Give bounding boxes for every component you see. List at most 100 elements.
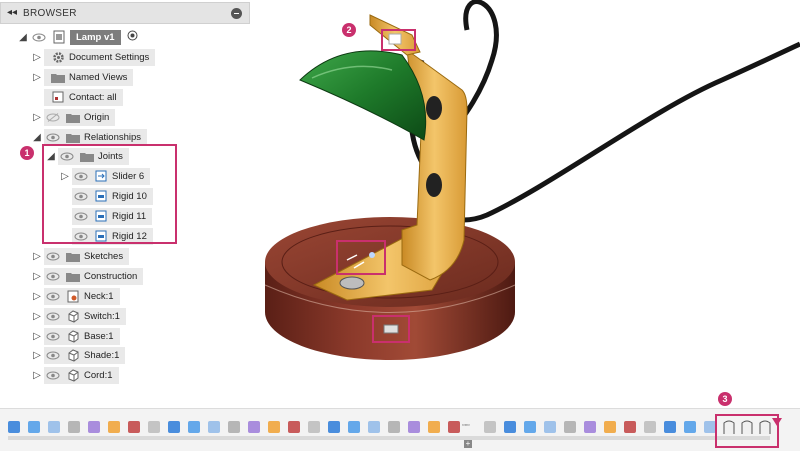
timeline-feature-icon[interactable] [448, 421, 460, 433]
tree-item-label: Construction [84, 270, 138, 282]
timeline-feature-icon[interactable] [484, 421, 496, 433]
collapse-panel-icon[interactable]: ◂◂ [7, 7, 17, 18]
callout-badge-1: 1 [20, 146, 34, 160]
expand-arrow-icon[interactable]: ▷ [30, 52, 44, 63]
visibility-eye-icon[interactable] [44, 271, 62, 281]
tree-item-origin[interactable]: ▷ Origin [30, 108, 116, 126]
tree-item-label: Contact: all [69, 91, 117, 103]
timeline-marker-icon[interactable] [772, 418, 782, 426]
timeline-feature-icon[interactable] [564, 421, 576, 433]
timeline-feature-icon[interactable] [544, 421, 556, 433]
timeline-feature-icon[interactable] [8, 421, 20, 433]
tree-item-cord[interactable]: ▷ Cord:1 [30, 366, 119, 384]
callout-box-switch-joint [372, 315, 410, 343]
folder-icon [65, 110, 81, 124]
timeline-feature-icon[interactable] [388, 421, 400, 433]
timeline-feature-icon[interactable] [128, 421, 140, 433]
tree-item-shade[interactable]: ▷ Shade:1 [30, 346, 126, 364]
expand-arrow-icon[interactable]: ▷ [30, 251, 44, 262]
tree-item-label: Neck:1 [84, 290, 114, 302]
timeline-feature-icon[interactable] [644, 421, 656, 433]
timeline-feature-icon[interactable] [188, 421, 200, 433]
feature-icons [8, 420, 771, 434]
timeline-feature-icon[interactable] [624, 421, 636, 433]
callout-badge-3: 3 [718, 392, 732, 406]
tree-item-label: Base:1 [84, 330, 114, 342]
tree-root[interactable]: ◢ Lamp v1 [16, 28, 138, 46]
timeline-feature-icon[interactable] [88, 421, 100, 433]
3d-viewport[interactable] [252, 0, 800, 405]
tree-item-contact[interactable]: Contact: all [30, 88, 123, 106]
timeline-feature-icon[interactable] [348, 421, 360, 433]
tree-item-label: Shade:1 [84, 349, 120, 361]
component-icon [65, 329, 81, 343]
tree-item-neck[interactable]: ▷ Neck:1 [30, 287, 120, 305]
timeline-features[interactable] [0, 418, 800, 438]
root-component-label: Lamp v1 [70, 29, 121, 45]
expand-arrow-icon[interactable]: ▷ [30, 271, 44, 282]
visibility-eye-icon[interactable] [44, 291, 62, 301]
expand-arrow-icon[interactable]: ▷ [30, 291, 44, 302]
visibility-eye-icon[interactable] [44, 132, 62, 142]
expand-arrow-icon[interactable]: ▷ [30, 331, 44, 342]
callout-box-top-joint [381, 29, 416, 51]
visibility-eye-icon[interactable] [44, 311, 62, 321]
component-icon [65, 309, 81, 323]
expand-arrow-icon[interactable]: ▷ [30, 350, 44, 361]
timeline-feature-icon[interactable] [684, 421, 696, 433]
visibility-eye-icon[interactable] [44, 370, 62, 380]
tree-item-base[interactable]: ▷ Base:1 [30, 327, 120, 345]
tree-item-label: Cord:1 [84, 369, 113, 381]
contact-icon [50, 90, 66, 104]
activate-radio-icon[interactable] [127, 28, 138, 46]
expand-arrow-icon[interactable]: ◢ [16, 32, 30, 43]
timeline-feature-icon[interactable] [208, 421, 220, 433]
hidden-eye-icon[interactable] [44, 112, 62, 122]
timeline-feature-icon[interactable] [288, 421, 300, 433]
tree-item-sketches[interactable]: ▷ Sketches [30, 247, 130, 265]
tree-item-named-views[interactable]: ▷ Named Views [30, 68, 134, 86]
timeline-feature-icon[interactable] [248, 421, 260, 433]
tree-item-switch[interactable]: ▷ Switch:1 [30, 307, 126, 325]
visibility-eye-icon[interactable] [44, 331, 62, 341]
lamp-model[interactable] [252, 0, 800, 405]
tree-item-document-settings[interactable]: ▷ Document Settings [30, 48, 156, 66]
timeline-feature-icon[interactable] [268, 421, 280, 433]
timeline-feature-icon[interactable] [428, 421, 440, 433]
minimize-icon[interactable] [231, 8, 242, 19]
visibility-eye-icon[interactable] [44, 350, 62, 360]
timeline-feature-icon[interactable] [584, 421, 596, 433]
timeline-feature-icon[interactable] [68, 421, 80, 433]
tree-item-label: Document Settings [69, 51, 150, 63]
expand-arrow-icon[interactable]: ▷ [30, 112, 44, 123]
timeline-feature-icon[interactable] [604, 421, 616, 433]
browser-header: ◂◂ BROWSER [0, 2, 250, 24]
timeline-feature-icon[interactable] [664, 421, 676, 433]
expand-plus-icon[interactable]: + [464, 440, 472, 448]
expand-arrow-icon[interactable]: ▷ [30, 72, 44, 83]
timeline-feature-icon[interactable] [504, 421, 516, 433]
timeline-feature-icon[interactable] [408, 421, 420, 433]
callout-box-joints [42, 144, 177, 244]
timeline-feature-icon[interactable] [148, 421, 160, 433]
expand-arrow-icon[interactable]: ▷ [30, 370, 44, 381]
timeline-feature-icon[interactable] [328, 421, 340, 433]
green-shade[interactable] [299, 50, 427, 141]
browser-title: BROWSER [23, 8, 77, 19]
visibility-eye-icon[interactable] [30, 32, 48, 42]
tree-item-construction[interactable]: ▷ Construction [30, 267, 144, 285]
timeline-feature-icon[interactable] [368, 421, 380, 433]
timeline-feature-icon[interactable] [48, 421, 60, 433]
expand-arrow-icon[interactable]: ▷ [30, 311, 44, 322]
timeline-feature-icon[interactable] [228, 421, 240, 433]
expand-arrow-icon[interactable]: ◢ [30, 132, 44, 143]
component-icon [65, 368, 81, 382]
timeline-feature-icon[interactable] [308, 421, 320, 433]
timeline-feature-icon[interactable] [108, 421, 120, 433]
folder-icon [65, 249, 81, 263]
timeline-feature-icon[interactable] [168, 421, 180, 433]
tree-item-label: Named Views [69, 71, 128, 83]
timeline-feature-icon[interactable] [524, 421, 536, 433]
timeline-feature-icon[interactable] [28, 421, 40, 433]
visibility-eye-icon[interactable] [44, 251, 62, 261]
